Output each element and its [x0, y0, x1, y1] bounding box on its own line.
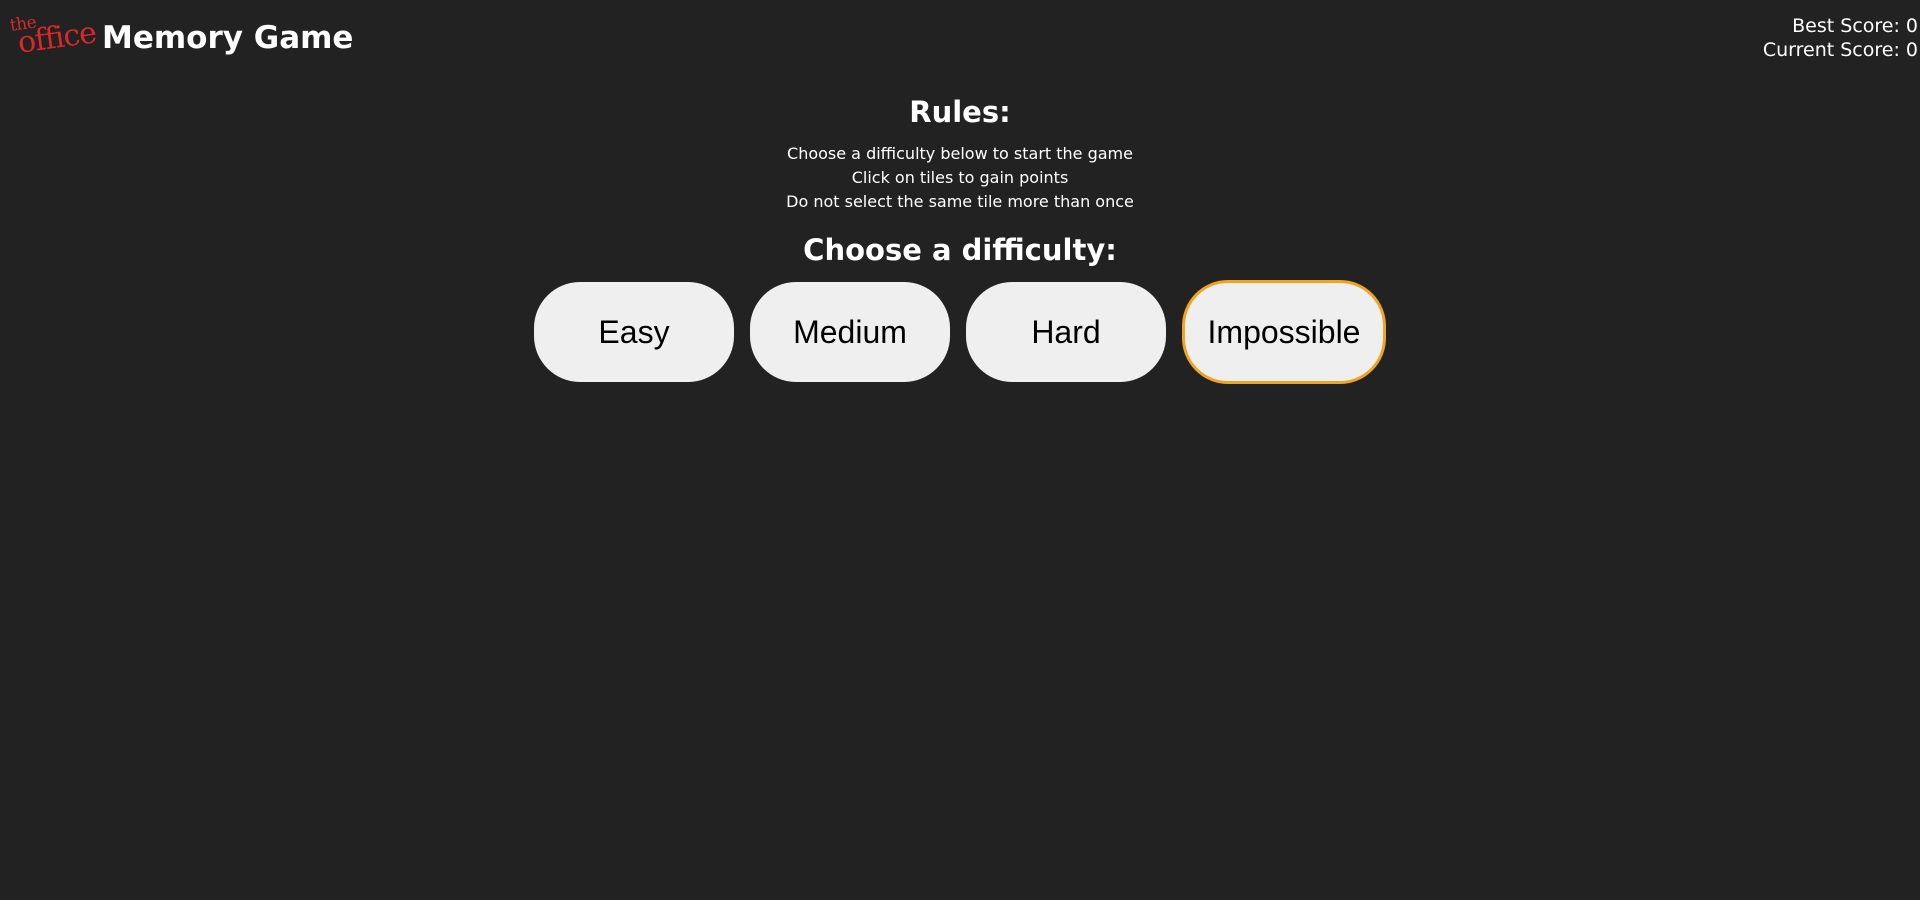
difficulty-title: Choose a difficulty:: [803, 233, 1117, 267]
rule-item: Choose a difficulty below to start the g…: [787, 144, 1133, 163]
difficulty-buttons: Easy Medium Hard Impossible: [0, 280, 1920, 384]
rules-title: Rules:: [909, 95, 1011, 129]
main-content: Rules: Choose a difficulty below to star…: [0, 92, 1920, 384]
current-score: Current Score: 0: [1762, 39, 1918, 61]
app-title: Memory Game: [102, 20, 354, 56]
header: the office Memory Game Best Score: 0 Cur…: [0, 0, 1920, 80]
rule-item: Do not select the same tile more than on…: [786, 192, 1134, 211]
easy-button[interactable]: Easy: [534, 282, 734, 382]
impossible-button[interactable]: Impossible: [1182, 280, 1386, 384]
brand: the office Memory Game: [9, 12, 354, 60]
score-panel: Best Score: 0 Current Score: 0: [1763, 14, 1918, 62]
the-office-logo: the office: [9, 12, 98, 60]
rule-item: Click on tiles to gain points: [851, 168, 1069, 187]
hard-button[interactable]: Hard: [966, 282, 1166, 382]
medium-button[interactable]: Medium: [750, 282, 950, 382]
rules-list: Choose a difficulty below to start the g…: [0, 142, 1920, 214]
best-score: Best Score: 0: [1792, 15, 1918, 37]
